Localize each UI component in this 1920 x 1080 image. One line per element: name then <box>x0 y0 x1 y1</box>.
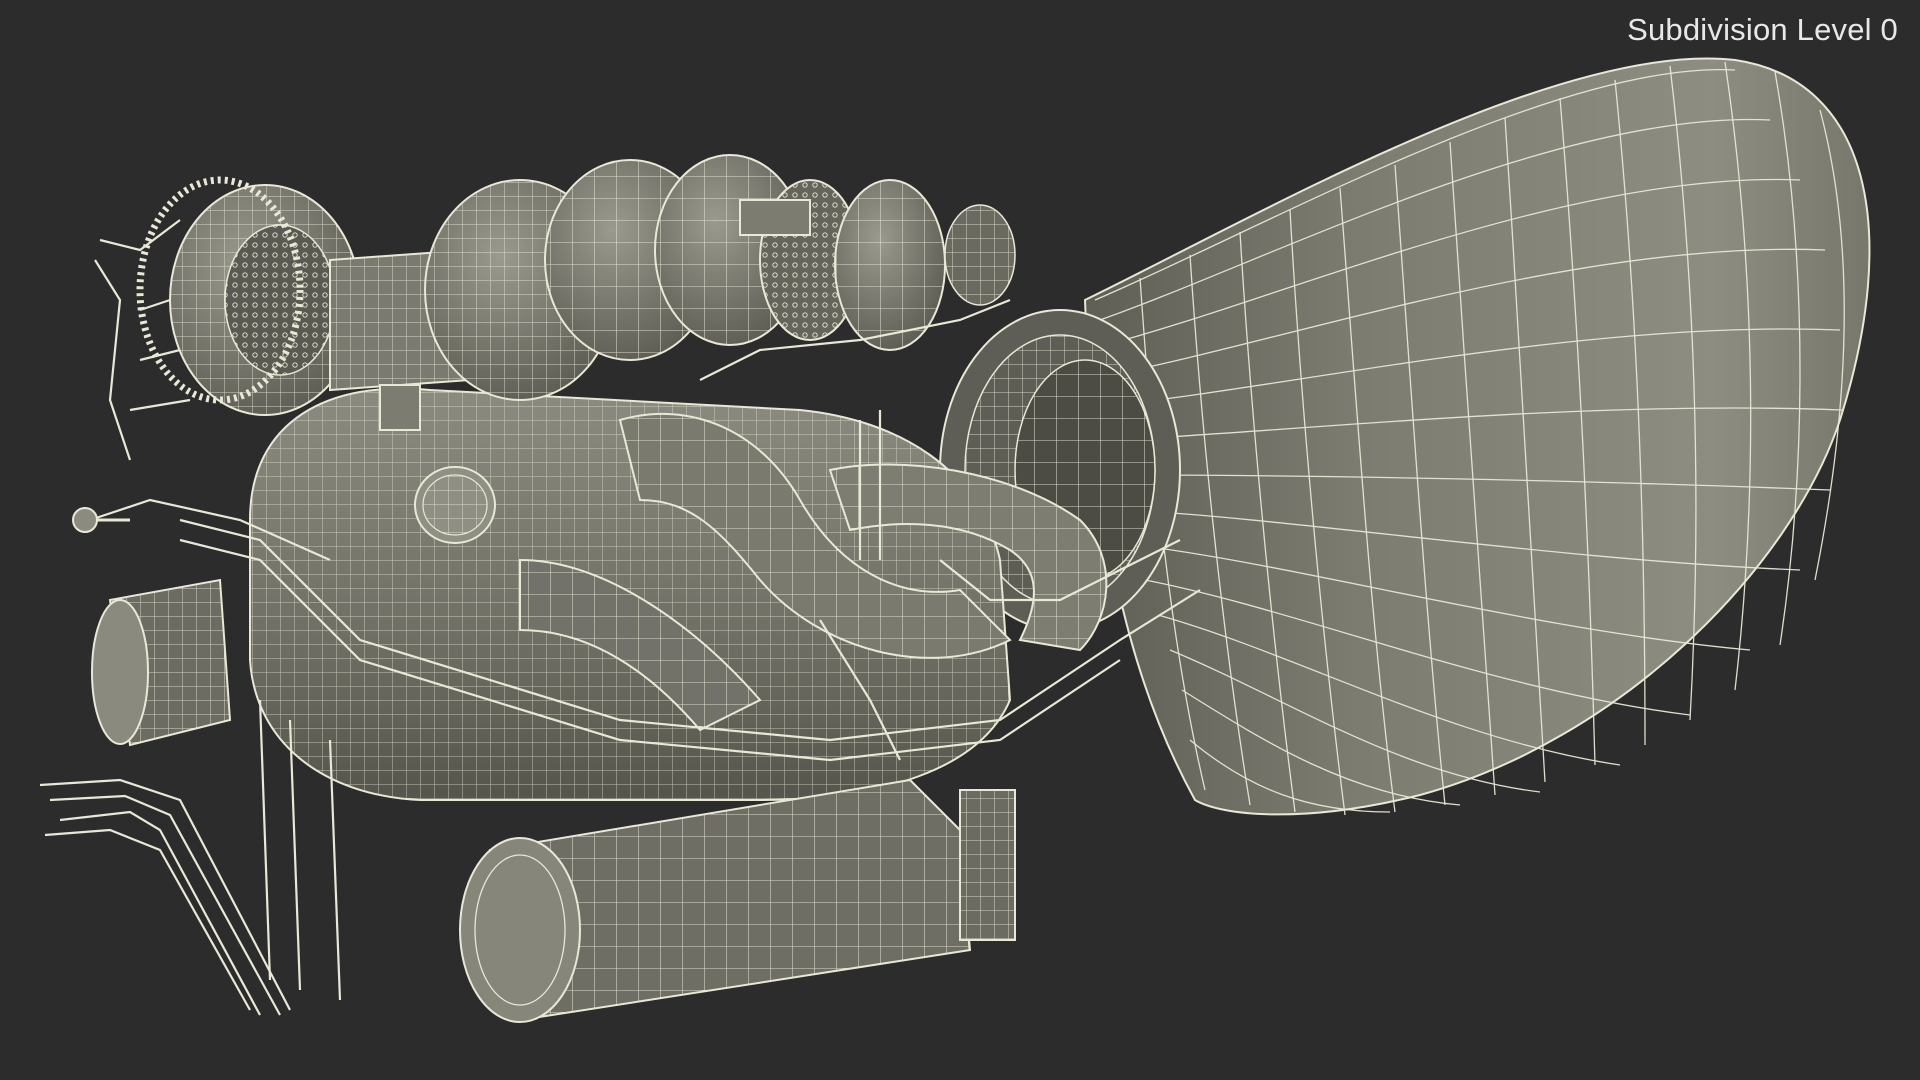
turbopump-assembly[interactable] <box>136 154 1016 416</box>
valve-knob[interactable] <box>72 507 130 533</box>
gas-generator-cylinder[interactable] <box>459 778 972 1023</box>
left-canister[interactable] <box>91 578 232 747</box>
subdivision-level-label: Subdivision Level 0 <box>1627 12 1898 47</box>
3d-viewport[interactable]: Subdivision Level 0 <box>0 0 1920 1080</box>
nozzle-bell[interactable] <box>1083 57 1871 816</box>
rocket-engine-wireframe-model[interactable] <box>0 0 1920 1080</box>
inlet-flange[interactable] <box>414 466 496 544</box>
